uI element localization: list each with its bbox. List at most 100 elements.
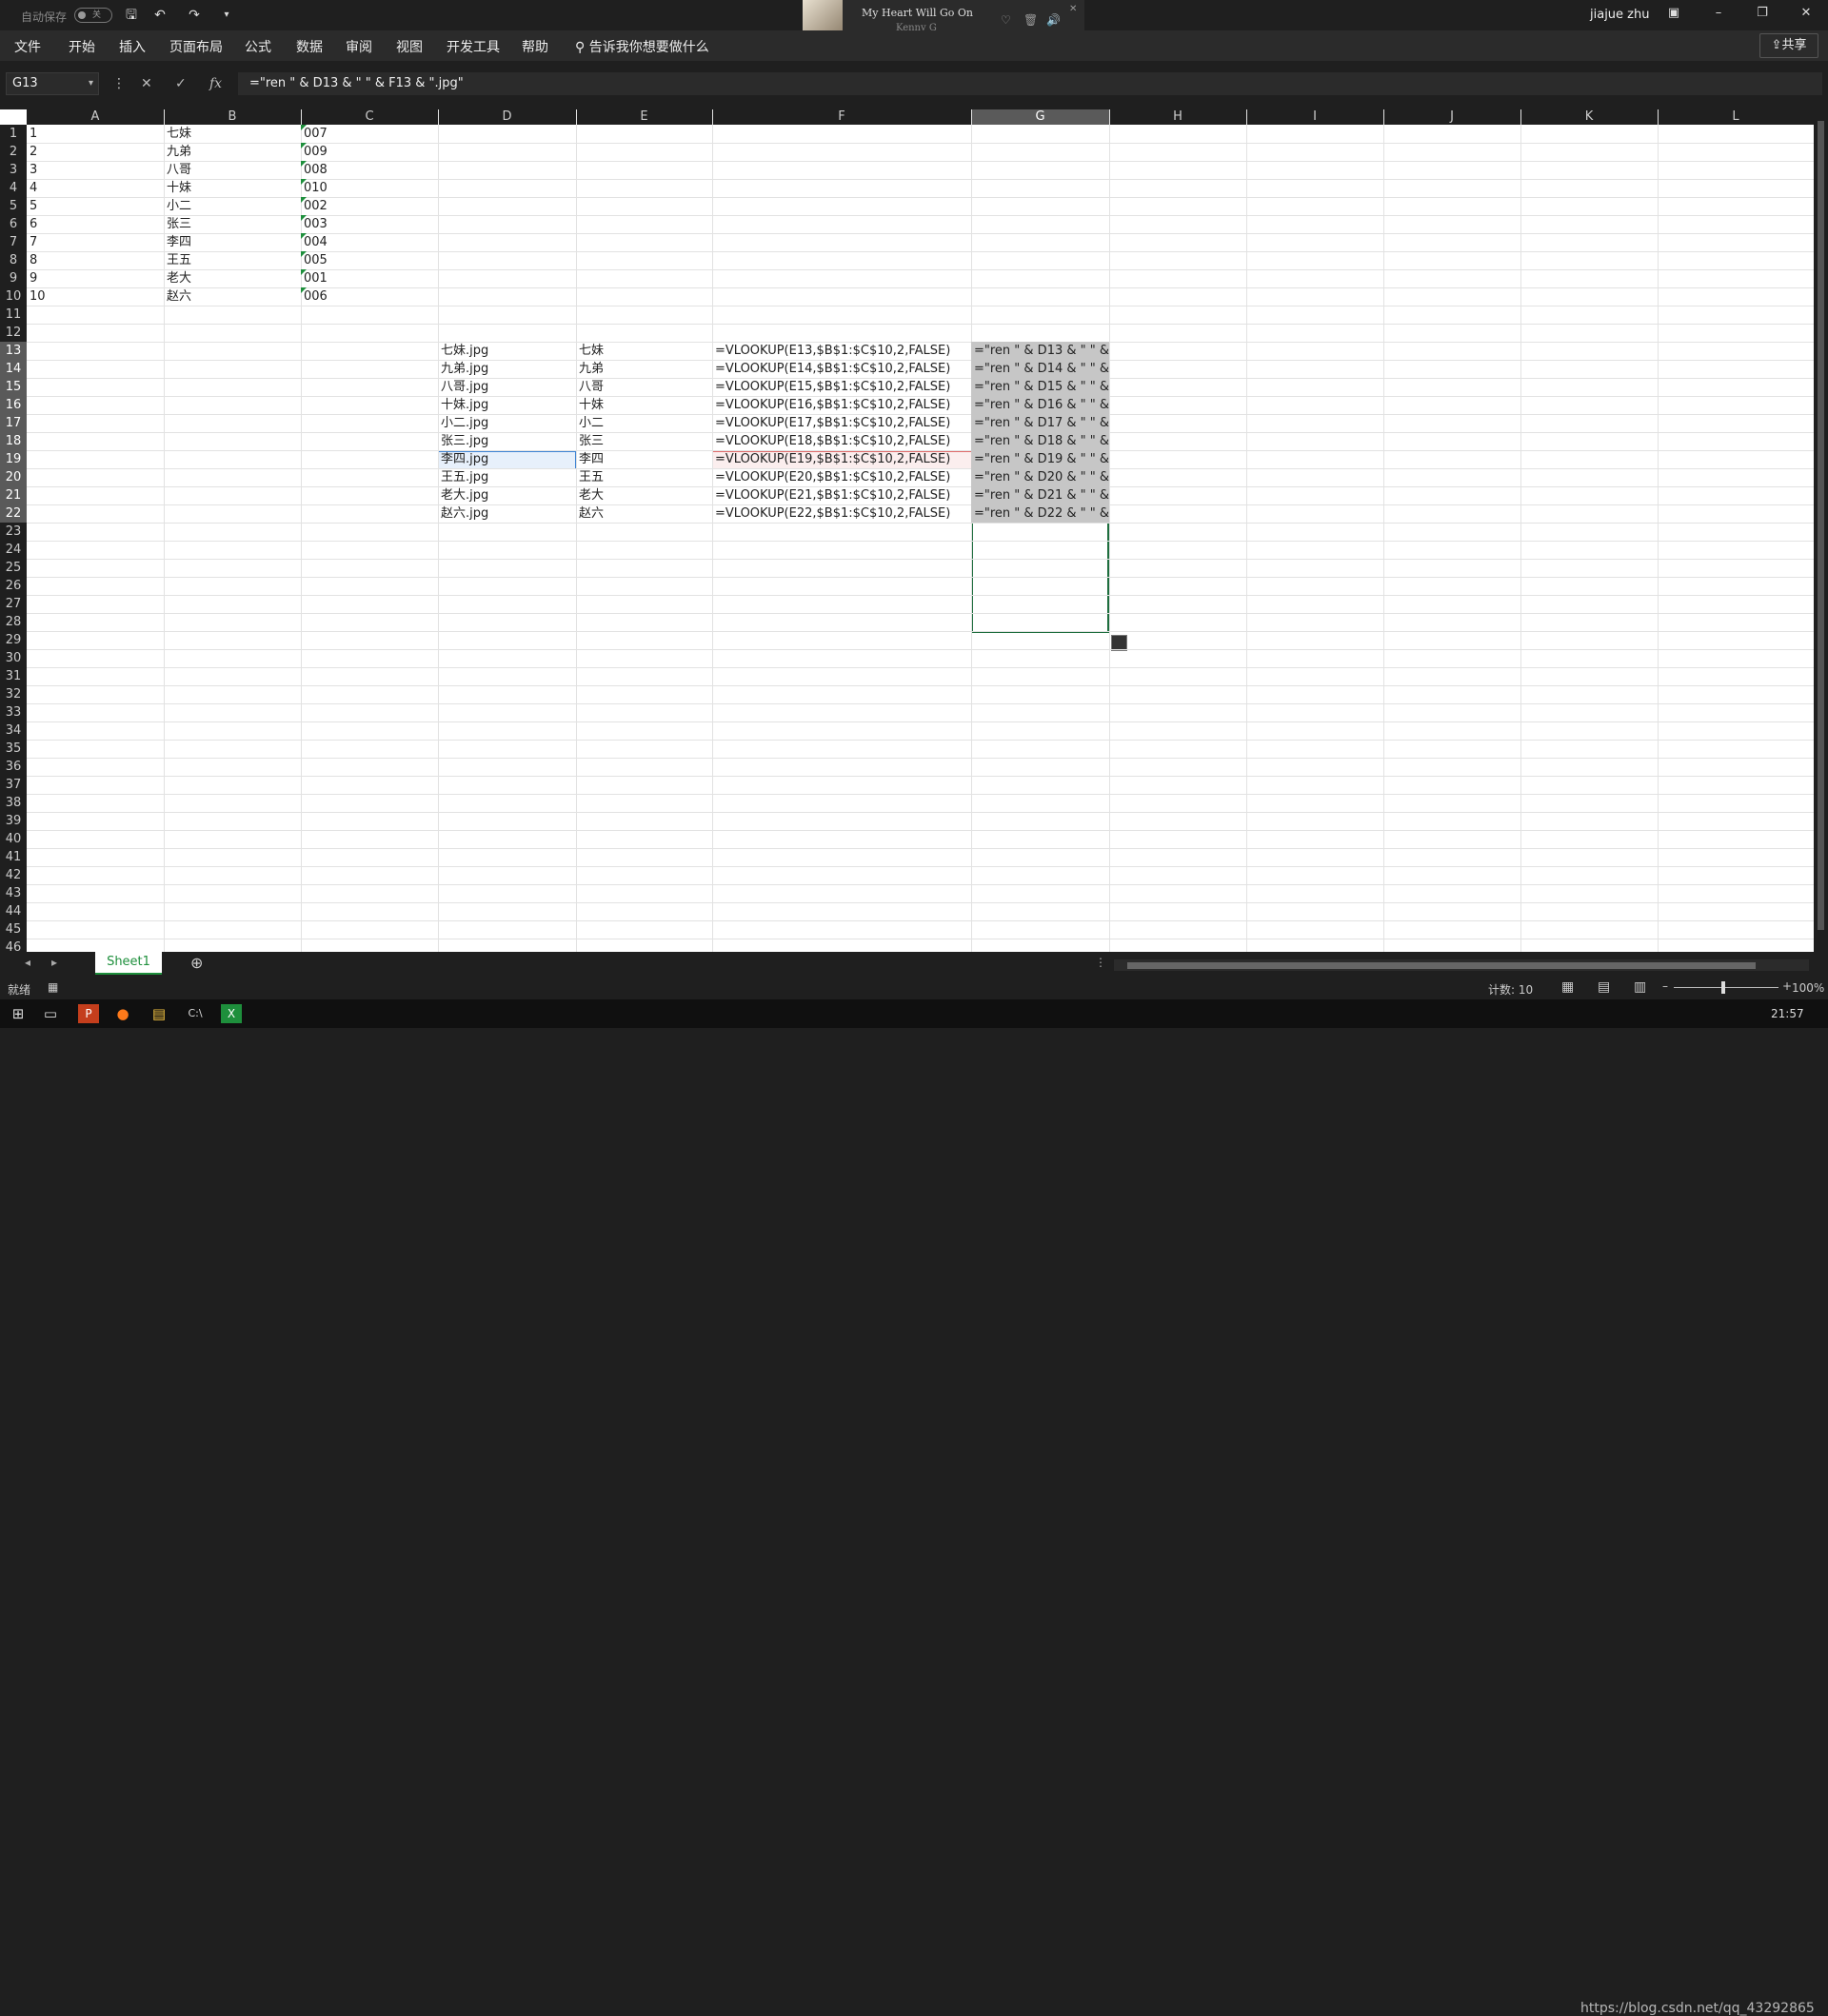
undo-icon[interactable]: ↶ — [150, 6, 169, 25]
cell-d13[interactable]: 七妹.jpg — [438, 342, 576, 360]
tab-help[interactable]: 帮助 — [522, 37, 548, 56]
cell-f16[interactable]: =VLOOKUP(E16,$B$1:$C$10,2,FALSE) — [712, 396, 971, 414]
cell-b5[interactable]: 小二 — [164, 197, 301, 215]
user-name[interactable]: jiajue zhu — [1590, 8, 1649, 22]
cell-b7[interactable]: 李四 — [164, 233, 301, 251]
normal-view-icon[interactable]: ▦ — [1561, 979, 1574, 995]
cell-d22[interactable]: 赵六.jpg — [438, 504, 576, 523]
cell-f14[interactable]: =VLOOKUP(E14,$B$1:$C$10,2,FALSE) — [712, 360, 971, 378]
cell-c10[interactable]: 006 — [301, 287, 438, 306]
tab-home[interactable]: 开始 — [69, 37, 95, 56]
column-header-h[interactable]: H — [1109, 109, 1246, 125]
row-header-40[interactable]: 40 — [0, 830, 27, 848]
cell-f20[interactable]: =VLOOKUP(E20,$B$1:$C$10,2,FALSE) — [712, 468, 971, 486]
cell-g20[interactable]: ="ren " & D20 & " " & — [971, 468, 1109, 486]
row-header-30[interactable]: 30 — [0, 649, 27, 667]
error-indicator-icon[interactable] — [301, 233, 307, 239]
row-header-38[interactable]: 38 — [0, 794, 27, 812]
cell-c4[interactable]: 010 — [301, 179, 438, 197]
error-indicator-icon[interactable] — [301, 143, 307, 148]
cell-d18[interactable]: 张三.jpg — [438, 432, 576, 450]
cell-c6[interactable]: 003 — [301, 215, 438, 233]
row-header-4[interactable]: 4 — [0, 179, 27, 197]
powerpoint-icon[interactable]: P — [78, 1004, 99, 1023]
row-header-7[interactable]: 7 — [0, 233, 27, 251]
row-header-20[interactable]: 20 — [0, 468, 27, 486]
tab-data[interactable]: 数据 — [296, 37, 323, 56]
share-button[interactable]: ⇪共享 — [1759, 33, 1818, 58]
error-indicator-icon[interactable] — [301, 179, 307, 185]
row-header-17[interactable]: 17 — [0, 414, 27, 432]
row-header-46[interactable]: 46 — [0, 939, 27, 952]
cell-f21[interactable]: =VLOOKUP(E21,$B$1:$C$10,2,FALSE) — [712, 486, 971, 504]
column-header-j[interactable]: J — [1383, 109, 1520, 125]
cell-b8[interactable]: 王五 — [164, 251, 301, 269]
row-header-10[interactable]: 10 — [0, 287, 27, 306]
column-header-l[interactable]: L — [1658, 109, 1814, 125]
cell-g19[interactable]: ="ren " & D19 & " " & — [971, 450, 1109, 468]
row-header-15[interactable]: 15 — [0, 378, 27, 396]
heart-icon[interactable]: ♡ — [1001, 13, 1011, 27]
task-view-icon[interactable]: ▭ — [40, 1004, 61, 1023]
clock[interactable]: 21:57 — [1771, 1007, 1804, 1020]
cell-c1[interactable]: 007 — [301, 125, 438, 143]
cell-e17[interactable]: 小二 — [576, 414, 712, 432]
page-layout-view-icon[interactable]: ▤ — [1598, 979, 1610, 995]
cell-a6[interactable]: 6 — [27, 215, 164, 233]
row-header-39[interactable]: 39 — [0, 812, 27, 830]
column-header-e[interactable]: E — [576, 109, 712, 125]
formula-input[interactable]: ="ren " & D13 & " " & F13 & ".jpg" — [238, 72, 1822, 95]
row-header-18[interactable]: 18 — [0, 432, 27, 450]
column-header-i[interactable]: I — [1246, 109, 1383, 125]
cell-c8[interactable]: 005 — [301, 251, 438, 269]
add-sheet-icon[interactable]: ⊕ — [190, 954, 203, 972]
redo-icon[interactable]: ↷ — [185, 6, 204, 25]
row-header-21[interactable]: 21 — [0, 486, 27, 504]
row-header-29[interactable]: 29 — [0, 631, 27, 649]
file-explorer-icon[interactable]: ▤ — [149, 1004, 169, 1023]
row-header-42[interactable]: 42 — [0, 866, 27, 884]
horizontal-scroll-thumb[interactable] — [1127, 962, 1756, 969]
error-indicator-icon[interactable] — [301, 197, 307, 203]
tell-me-search[interactable]: ⚲ 告诉我你想要做什么 — [575, 37, 709, 56]
row-header-16[interactable]: 16 — [0, 396, 27, 414]
cell-f17[interactable]: =VLOOKUP(E17,$B$1:$C$10,2,FALSE) — [712, 414, 971, 432]
trash-icon[interactable]: 🗑 — [1023, 13, 1038, 27]
column-header-a[interactable]: A — [27, 109, 164, 125]
cell-f18[interactable]: =VLOOKUP(E18,$B$1:$C$10,2,FALSE) — [712, 432, 971, 450]
zoom-slider-knob[interactable] — [1721, 981, 1725, 994]
cell-b9[interactable]: 老大 — [164, 269, 301, 287]
cell-g14[interactable]: ="ren " & D14 & " " & — [971, 360, 1109, 378]
row-header-5[interactable]: 5 — [0, 197, 27, 215]
firefox-icon[interactable]: ● — [112, 1004, 133, 1023]
row-header-1[interactable]: 1 — [0, 125, 27, 143]
row-header-25[interactable]: 25 — [0, 559, 27, 577]
zoom-out-icon[interactable]: – — [1662, 979, 1668, 993]
zoom-in-icon[interactable]: + — [1782, 979, 1792, 993]
row-header-8[interactable]: 8 — [0, 251, 27, 269]
row-header-26[interactable]: 26 — [0, 577, 27, 595]
row-header-9[interactable]: 9 — [0, 269, 27, 287]
row-header-43[interactable]: 43 — [0, 884, 27, 902]
minimize-icon[interactable]: – — [1704, 6, 1733, 25]
cell-e18[interactable]: 张三 — [576, 432, 712, 450]
cell-c7[interactable]: 004 — [301, 233, 438, 251]
cell-a2[interactable]: 2 — [27, 143, 164, 161]
cell-e14[interactable]: 九弟 — [576, 360, 712, 378]
tab-file[interactable]: 文件 — [14, 37, 41, 56]
row-header-12[interactable]: 12 — [0, 324, 27, 342]
close-window-icon[interactable]: ✕ — [1792, 6, 1820, 25]
cancel-icon[interactable]: ✕ — [141, 76, 152, 91]
row-header-34[interactable]: 34 — [0, 721, 27, 740]
error-indicator-icon[interactable] — [301, 125, 307, 130]
row-header-27[interactable]: 27 — [0, 595, 27, 613]
cell-f19[interactable]: =VLOOKUP(E19,$B$1:$C$10,2,FALSE) — [712, 450, 971, 468]
scroll-right-icon[interactable]: ▸ — [51, 956, 57, 969]
cell-d19[interactable]: 李四.jpg — [438, 450, 576, 468]
save-icon[interactable]: 🖫 — [122, 6, 141, 25]
cell-c2[interactable]: 009 — [301, 143, 438, 161]
error-indicator-icon[interactable] — [301, 251, 307, 257]
row-header-41[interactable]: 41 — [0, 848, 27, 866]
ribbon-display-icon[interactable]: ▣ — [1659, 6, 1688, 25]
row-header-31[interactable]: 31 — [0, 667, 27, 685]
